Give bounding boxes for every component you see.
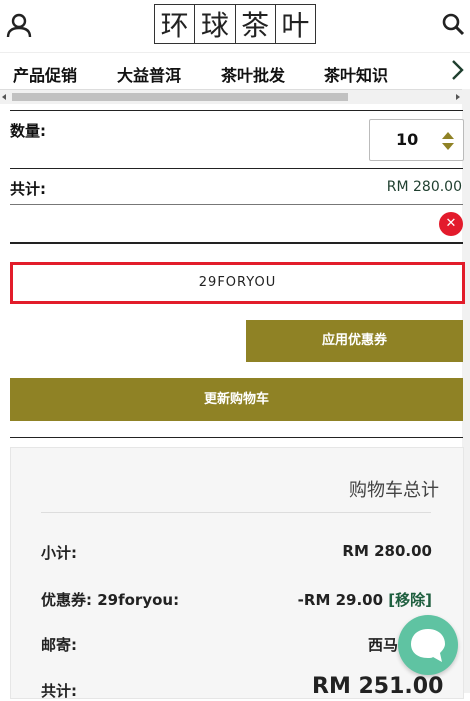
close-icon: ✕ — [445, 216, 457, 231]
quantity-stepper[interactable]: 10 — [369, 119, 464, 161]
shipping-label: 邮寄: — [41, 636, 77, 654]
remove-item-button[interactable]: ✕ — [439, 212, 463, 236]
nav-item-tea-knowledge[interactable]: 茶叶知识 — [324, 62, 388, 86]
chevron-right-icon[interactable] — [450, 59, 464, 81]
divider — [10, 168, 463, 169]
cart-totals-title: 购物车总计 — [349, 480, 439, 501]
horizontal-scrollbar[interactable] — [0, 89, 462, 104]
coupon-label: 优惠券: 29foryou: — [41, 591, 180, 609]
logo-char: 叶 — [274, 4, 316, 44]
coupon-discount-value: -RM 29.00 — [297, 591, 384, 609]
divider — [10, 242, 463, 244]
subtotal-value: RM 280.00 — [342, 542, 432, 560]
scroll-right-arrow-icon[interactable] — [456, 94, 460, 100]
apply-coupon-button[interactable]: 应用优惠券 — [246, 320, 463, 362]
user-icon[interactable] — [6, 12, 32, 38]
quantity-value[interactable]: 10 — [396, 130, 418, 149]
scroll-left-arrow-icon[interactable] — [2, 94, 6, 100]
shipping-value: 西马 — [368, 636, 399, 654]
chat-button[interactable] — [398, 615, 458, 675]
grand-total-value: RM 251.00 — [312, 674, 444, 699]
nav-item-promotions[interactable]: 产品促销 — [13, 62, 77, 86]
remove-coupon-link[interactable]: [移除] — [388, 591, 432, 609]
nav-item-dayi-puer[interactable]: 大益普洱 — [117, 62, 181, 86]
line-total-label: 共计: — [10, 180, 46, 198]
coupon-discount: -RM 29.00 [移除] — [298, 589, 432, 610]
site-logo[interactable]: 环 球 茶 叶 — [154, 4, 316, 44]
nav-item-wholesale[interactable]: 茶叶批发 — [221, 62, 285, 86]
totals-divider — [41, 512, 431, 513]
line-total-value: RM 280.00 — [386, 179, 462, 195]
search-icon[interactable] — [441, 12, 465, 36]
logo-char: 茶 — [234, 4, 276, 44]
divider — [10, 204, 463, 205]
subtotal-label: 小计: — [41, 544, 77, 562]
divider — [10, 437, 463, 438]
category-nav: 产品促销 大益普洱 茶叶批发 茶叶知识 — [0, 52, 470, 91]
coupon-code-value[interactable]: 29FORYOU — [13, 265, 462, 301]
coupon-code-input[interactable]: 29FORYOU — [10, 262, 465, 304]
stepper-arrows-icon[interactable] — [442, 132, 454, 150]
chat-bubble-icon — [411, 629, 445, 662]
divider — [10, 110, 463, 111]
quantity-label: 数量: — [10, 122, 46, 140]
scrollbar-thumb[interactable] — [12, 93, 348, 101]
site-header: 环 球 茶 叶 — [0, 0, 470, 50]
grand-total-label: 共计: — [41, 682, 77, 700]
logo-char: 环 — [154, 4, 196, 44]
logo-char: 球 — [194, 4, 236, 44]
update-cart-button[interactable]: 更新购物车 — [10, 378, 463, 421]
